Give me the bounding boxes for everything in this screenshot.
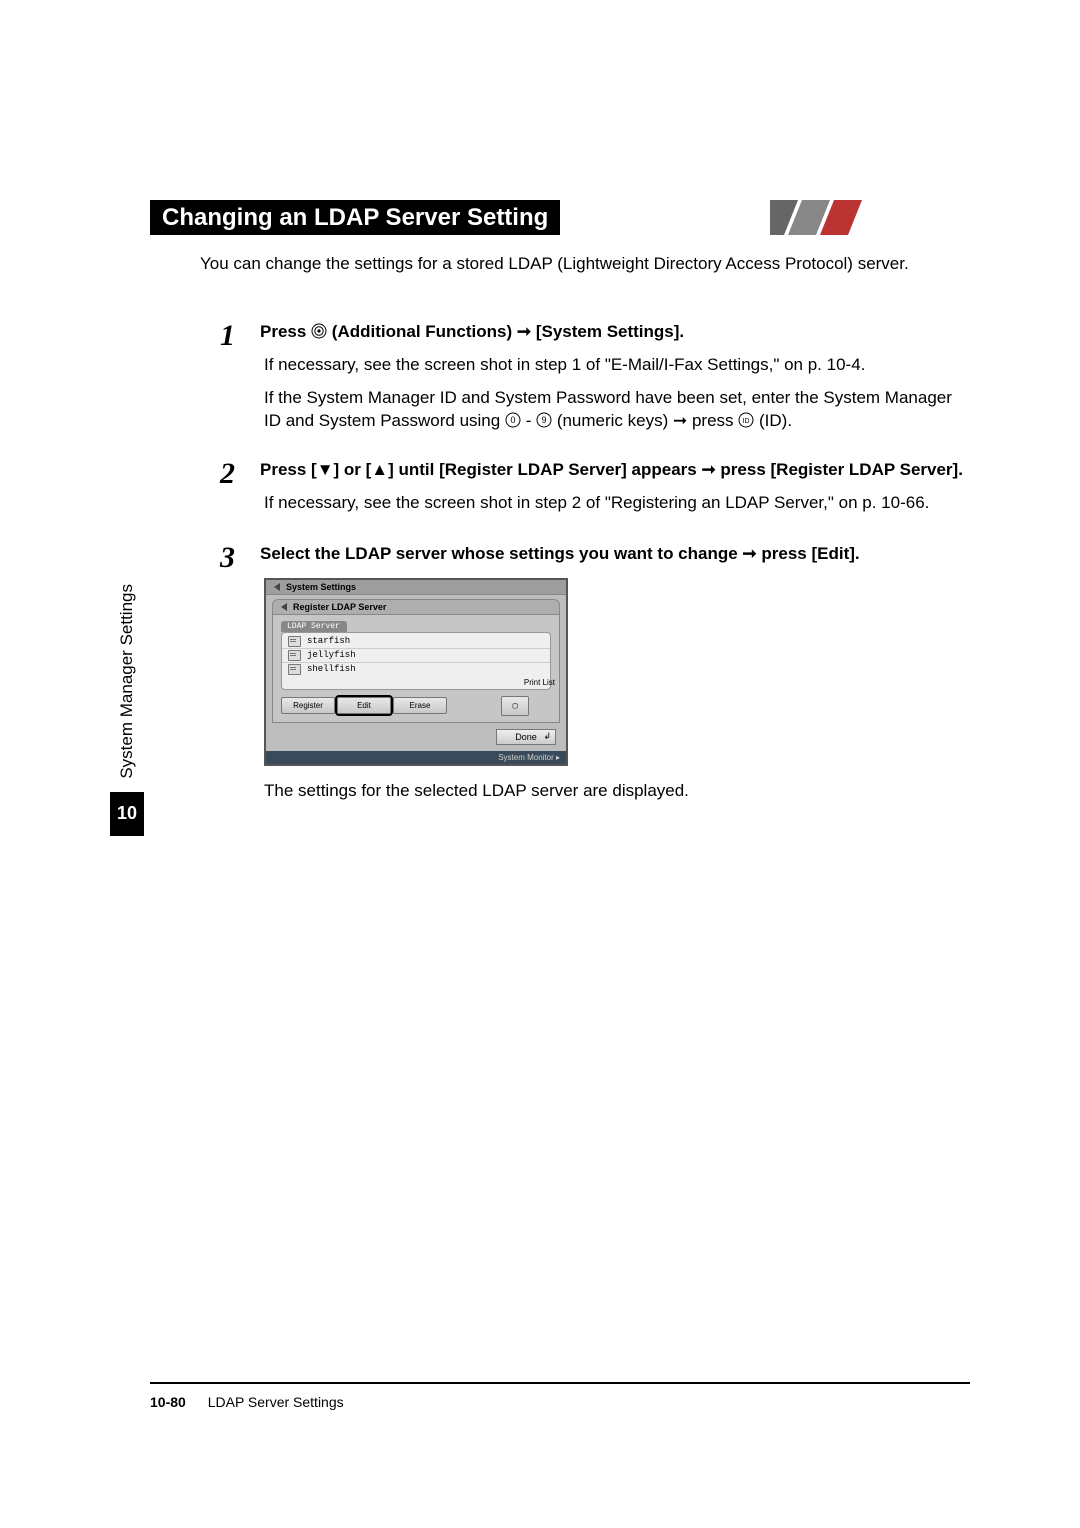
step-2: 2 Press [▼] or [▲] until [Register LDAP … [220,459,970,525]
numeric-key-0-icon: 0 [505,412,521,428]
section-heading: Changing an LDAP Server Setting [150,200,560,235]
register-button[interactable]: Register [281,697,335,714]
step-1: 1 Press (Additional Functions) ➞ [System… [220,321,970,443]
step-number: 1 [220,321,246,443]
device-subtitle: Register LDAP Server [293,602,386,612]
svg-text:ID: ID [743,418,750,425]
numeric-key-9-icon: 9 [536,412,552,428]
device-title: System Settings [286,582,356,592]
step-3-heading: Select the LDAP server whose settings yo… [260,543,970,566]
step-number: 3 [220,543,246,813]
step-1-heading-a: Press [260,322,311,341]
additional-functions-icon [311,323,327,339]
list-header: LDAP Server [281,621,347,632]
server-icon [288,664,301,675]
step-3-after: The settings for the selected LDAP serve… [260,780,970,803]
list-item-label: shellfish [307,664,356,674]
device-screenshot: System Settings Register LDAP Server LDA… [264,578,568,766]
page-number: 10-80 [150,1394,186,1410]
svg-text:0: 0 [510,415,515,425]
step-1-para-2: If the System Manager ID and System Pass… [260,387,970,433]
step-2-heading: Press [▼] or [▲] until [Register LDAP Se… [260,459,970,482]
step-2-para-1: If necessary, see the screen shot in ste… [260,492,970,515]
chapter-number: 10 [110,792,144,836]
step-number: 2 [220,459,246,525]
back-arrow-icon [272,582,282,592]
device-subbar: Register LDAP Server [272,599,560,615]
step-1-p2d: (ID). [759,411,792,430]
done-button[interactable]: Done [496,729,556,745]
step-1-heading-b: (Additional Functions) ➞ [System Setting… [332,322,684,341]
chapter-tab: System Manager Settings 10 [110,584,144,836]
step-1-p2c: (numeric keys) ➞ press [557,411,738,430]
list-item-label: starfish [307,636,350,646]
edit-button[interactable]: Edit [337,697,391,714]
list-item[interactable]: jellyfish [282,649,550,663]
device-panel: LDAP Server starfish jellyfish shellfish… [272,615,560,723]
print-list-button[interactable]: ▢ [501,696,529,716]
device-titlebar: System Settings [266,580,566,595]
step-1-heading: Press (Additional Functions) ➞ [System S… [260,321,970,344]
heading-chevrons-icon [770,200,970,235]
list-item[interactable]: starfish [282,635,550,649]
intro-paragraph: You can change the settings for a stored… [200,253,970,276]
server-icon [288,636,301,647]
svg-text:9: 9 [542,415,547,425]
step-3: 3 Select the LDAP server whose settings … [220,543,970,813]
section-heading-band: Changing an LDAP Server Setting [150,200,970,235]
id-key-icon: ID [738,412,754,428]
footer-section: LDAP Server Settings [208,1394,344,1410]
page-footer: 10-80 LDAP Server Settings [150,1394,344,1410]
server-icon [288,650,301,661]
back-arrow-icon [279,602,289,612]
erase-button[interactable]: Erase [393,697,447,714]
chapter-side-label: System Manager Settings [117,584,137,779]
server-list: starfish jellyfish shellfish [281,632,551,690]
step-1-p2b: - [526,411,536,430]
list-item-label: jellyfish [307,650,356,660]
footer-rule [150,1382,970,1384]
list-item[interactable]: shellfish [282,663,550,687]
print-list-label: Print List [524,678,555,687]
system-monitor-bar[interactable]: System Monitor ▸ [266,751,566,764]
step-1-para-1: If necessary, see the screen shot in ste… [260,354,970,377]
button-row: Print List Register Edit Erase ▢ [281,696,551,716]
done-bar: Done [266,723,566,751]
